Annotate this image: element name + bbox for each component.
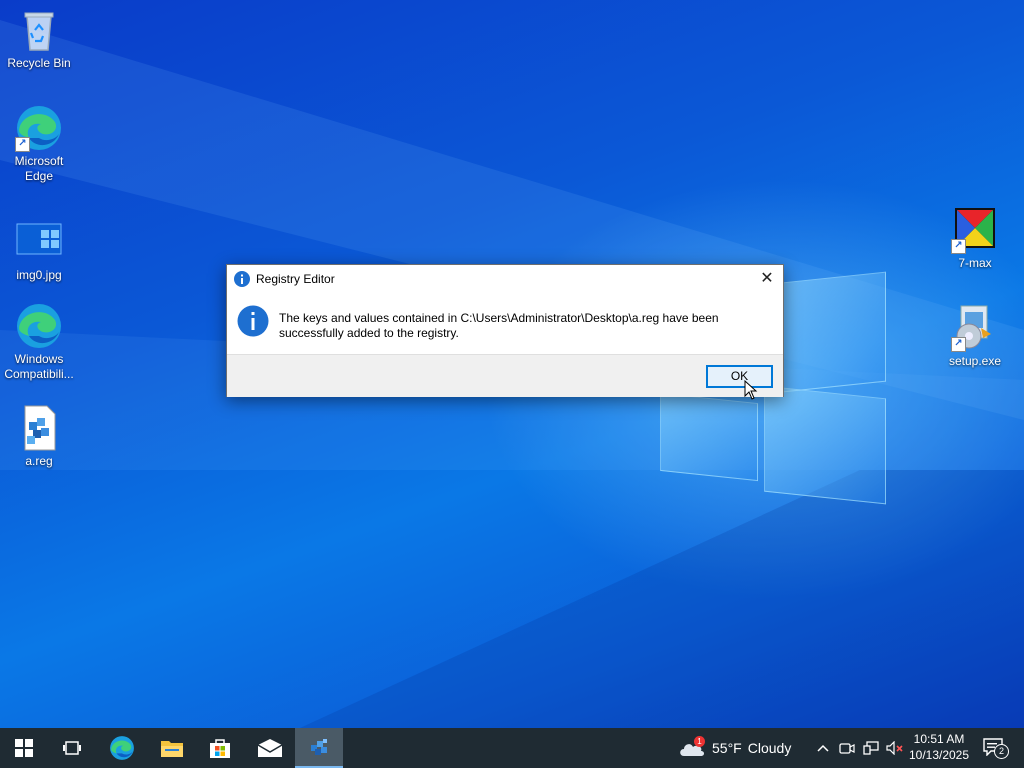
desktop-icon-label: Microsoft Edge [14,154,64,183]
desktop-icon-img0-jpg[interactable]: img0.jpg [0,218,78,283]
desktop-icon-7-max[interactable]: ↗ 7-max [936,206,1014,271]
seven-max-icon: ↗ [951,206,999,254]
recycle-bin-icon [15,6,63,54]
clock-date: 10/13/2025 [908,748,970,762]
dialog-footer: OK [227,354,783,397]
taskbar-mail-button[interactable] [246,728,294,768]
close-button[interactable]: ✕ [751,265,783,293]
taskbar-file-explorer-button[interactable] [148,728,196,768]
cloud-icon: 1 [678,736,706,758]
desktop-icon-label: a.reg [25,454,53,468]
registry-editor-dialog: Registry Editor ✕ The keys and values co… [226,264,784,397]
desktop-icon-label: Windows Compatibili... [4,352,74,381]
desktop-icon-label: 7-max [958,256,992,270]
taskbar-edge-button[interactable] [98,728,146,768]
weather-temperature: 55°F [712,740,742,756]
image-file-icon [15,218,63,266]
weather-widget[interactable]: 1 55°F Cloudy [678,728,791,768]
meet-now-button[interactable] [836,728,858,768]
registry-file-icon [15,404,63,452]
weather-alert-badge: 1 [694,736,705,747]
volume-button[interactable] [884,728,906,768]
windows-start-icon [15,739,33,757]
notification-count-badge: 2 [994,744,1009,759]
close-icon: ✕ [760,270,774,287]
info-icon [237,305,269,337]
notification-icon: 2 [983,738,1009,759]
volume-muted-icon [886,741,903,755]
dialog-body: The keys and values contained in C:\User… [227,293,783,354]
action-center-button[interactable]: 2 [980,728,1009,768]
clock[interactable]: 10:51 AM 10/13/2025 [906,731,972,763]
edge-icon [15,302,63,350]
ok-button[interactable]: OK [706,365,773,388]
task-view-button[interactable] [48,728,96,768]
chevron-up-icon [817,744,829,752]
folder-icon [161,741,183,757]
shortcut-arrow-icon: ↗ [951,337,966,352]
info-icon [234,271,250,287]
store-icon [210,739,230,758]
desktop-icon-windows-compatibility[interactable]: Windows Compatibili... [0,302,78,382]
desktop-icon-microsoft-edge[interactable]: ↗ Microsoft Edge [0,104,78,184]
shortcut-arrow-icon: ↗ [951,239,966,254]
mail-icon [257,739,283,757]
dialog-title: Registry Editor [256,272,335,286]
taskbar: 1 55°F Cloudy 10:51 AM 10/13/2025 2 [0,728,1024,768]
start-button[interactable] [0,728,48,768]
weather-condition: Cloudy [747,740,792,756]
taskbar-store-button[interactable] [196,728,244,768]
edge-icon [110,736,134,760]
show-hidden-icons-button[interactable] [812,728,834,768]
camera-icon [839,743,855,754]
desktop-icon-label: Recycle Bin [7,56,71,70]
task-view-icon [63,741,81,755]
clock-time: 10:51 AM [913,732,965,746]
registry-editor-icon [311,739,327,755]
network-button[interactable] [860,728,882,768]
setup-exe-icon: ↗ [951,304,999,352]
desktop-icon-a-reg[interactable]: a.reg [0,404,78,469]
mouse-cursor-icon [744,379,758,400]
taskbar-registry-editor-button[interactable] [295,728,343,768]
desktop-icon-label: img0.jpg [16,268,62,282]
shortcut-arrow-icon: ↗ [15,137,30,152]
dialog-message: The keys and values contained in C:\User… [279,311,719,340]
dialog-title-bar[interactable]: Registry Editor ✕ [227,265,783,293]
desktop-icon-recycle-bin[interactable]: Recycle Bin [0,6,78,71]
desktop-icon-setup-exe[interactable]: ↗ setup.exe [936,304,1014,369]
edge-icon: ↗ [15,104,63,152]
desktop-icon-label: setup.exe [948,354,1002,368]
network-icon [863,741,879,755]
